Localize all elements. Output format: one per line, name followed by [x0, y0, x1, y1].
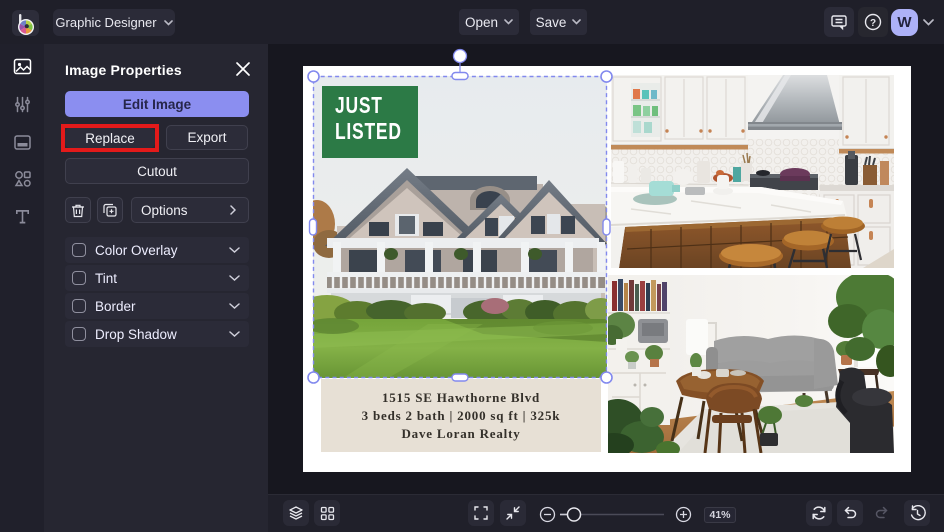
svg-text:?: ?: [870, 18, 876, 29]
